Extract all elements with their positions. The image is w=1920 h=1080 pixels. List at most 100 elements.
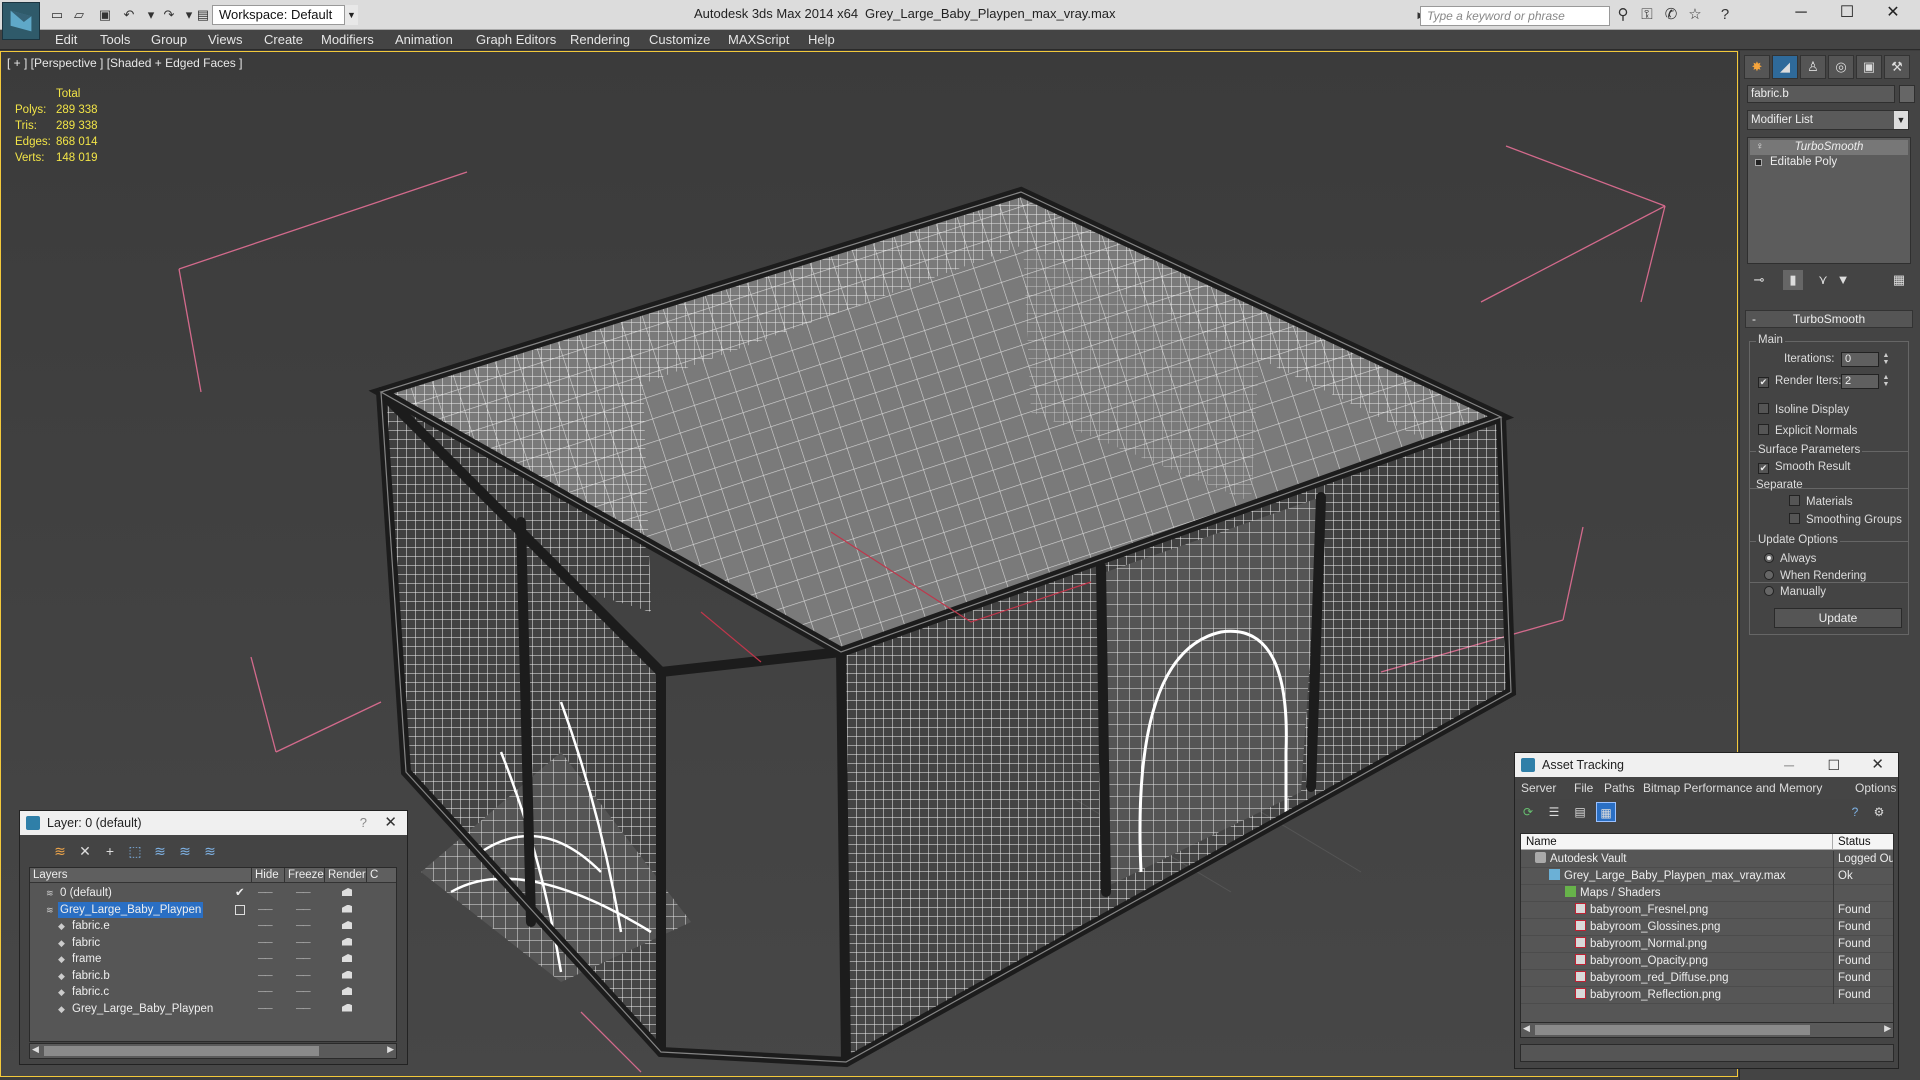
render-teapot-icon[interactable]: [342, 904, 352, 913]
menu-help[interactable]: Help: [808, 32, 835, 47]
smooth-result-checkbox[interactable]: ✔ Smooth Result: [1758, 461, 1850, 474]
menu-animation[interactable]: Animation: [395, 32, 453, 47]
hide-toggle[interactable]: ──: [258, 935, 273, 951]
asset-row[interactable]: babyroom_red_Diffuse.png Found: [1521, 970, 1893, 987]
hide-toggle[interactable]: ──: [258, 918, 273, 934]
layer-row[interactable]: ◆ Grey_Large_Baby_Playpen ── ──: [30, 1001, 396, 1017]
menu-bitmap-performance[interactable]: Bitmap Performance and Memory: [1643, 781, 1822, 795]
layer-row[interactable]: ≋ Grey_Large_Baby_Playpen ── ──: [30, 901, 396, 918]
close-icon[interactable]: ✕: [384, 811, 397, 835]
freeze-toggle[interactable]: ──: [296, 885, 311, 901]
col-hide[interactable]: Hide: [252, 868, 285, 883]
new-file-icon[interactable]: ▭: [48, 7, 66, 23]
layer-row[interactable]: ◆ fabric ── ──: [30, 935, 396, 951]
app-logo[interactable]: [2, 2, 40, 40]
modify-tab-icon[interactable]: ◢: [1772, 55, 1798, 79]
menu-graph-editors[interactable]: Graph Editors: [476, 32, 556, 47]
freeze-toggle[interactable]: ──: [296, 984, 311, 1000]
pin-stack-icon[interactable]: ⊸: [1749, 270, 1769, 290]
render-iters-checkbox[interactable]: ✔: [1758, 377, 1769, 388]
display-tab-icon[interactable]: ▣: [1856, 55, 1882, 79]
close-icon[interactable]: ✕: [1871, 753, 1884, 777]
menu-modifiers[interactable]: Modifiers: [321, 32, 374, 47]
explicit-normals-checkbox[interactable]: Explicit Normals: [1758, 424, 1857, 437]
scroll-thumb[interactable]: [44, 1046, 319, 1056]
scroll-right-icon[interactable]: ▶: [387, 1044, 394, 1055]
help-icon[interactable]: ?: [360, 811, 367, 835]
col-layers[interactable]: Layers: [30, 868, 252, 883]
scroll-thumb[interactable]: [1535, 1025, 1810, 1035]
open-file-icon[interactable]: ▱: [70, 7, 88, 23]
save-file-icon[interactable]: ▣: [96, 7, 114, 23]
search-input[interactable]: Type a keyword or phrase: [1420, 6, 1610, 26]
hide-toggle[interactable]: ──: [258, 902, 273, 918]
layer-row[interactable]: ◆ fabric.e ── ──: [30, 918, 396, 934]
render-teapot-icon[interactable]: [342, 937, 352, 946]
hierarchy-tab-icon[interactable]: ♙: [1800, 55, 1826, 79]
asset-row[interactable]: babyroom_Reflection.png Found: [1521, 987, 1893, 1004]
update-button[interactable]: Update: [1774, 608, 1902, 628]
col-name[interactable]: Name: [1521, 834, 1833, 850]
scroll-left-icon[interactable]: ◀: [1523, 1023, 1530, 1034]
menu-paths[interactable]: Paths: [1604, 781, 1635, 795]
freeze-toggle[interactable]: ──: [296, 935, 311, 951]
render-teapot-icon[interactable]: [342, 1003, 352, 1012]
menu-group[interactable]: Group: [151, 32, 187, 47]
stack-item-editable-poly[interactable]: Editable Poly: [1750, 155, 1908, 170]
hide-toggle[interactable]: ──: [258, 1001, 273, 1017]
favorites-star-icon[interactable]: ☆: [1686, 6, 1704, 24]
hide-toggle[interactable]: ──: [258, 984, 273, 1000]
thumbnail-view-icon[interactable]: ▤: [1570, 802, 1590, 822]
project-folder-icon[interactable]: ▤: [194, 7, 212, 23]
scroll-right-icon[interactable]: ▶: [1884, 1023, 1891, 1034]
undo-dropdown-icon[interactable]: ▾: [142, 7, 160, 23]
menu-edit[interactable]: Edit: [55, 32, 77, 47]
freeze-toggle[interactable]: ──: [296, 951, 311, 967]
when-rendering-radio[interactable]: When Rendering: [1764, 570, 1866, 582]
modifier-list-dropdown[interactable]: Modifier List ▼: [1747, 110, 1909, 130]
menu-server[interactable]: Server: [1521, 781, 1556, 795]
minimize-icon[interactable]: ─: [1784, 753, 1794, 777]
render-teapot-icon[interactable]: [342, 970, 352, 979]
layer-row[interactable]: ◆ frame ── ──: [30, 951, 396, 967]
layer-name[interactable]: frame: [70, 951, 103, 967]
lightbulb-icon[interactable]: ♀: [1756, 141, 1764, 152]
freeze-toggle[interactable]: ──: [296, 1001, 311, 1017]
subscription-icon[interactable]: ⚿: [1638, 6, 1656, 24]
spinner-arrows-icon[interactable]: ▲ ▼: [1881, 352, 1891, 367]
render-teapot-icon[interactable]: [342, 954, 352, 962]
col-render[interactable]: Render: [325, 868, 367, 883]
make-unique-icon[interactable]: ⋎: [1813, 270, 1833, 290]
layer-dialog-titlebar[interactable]: Layer: 0 (default) ? ✕: [20, 811, 407, 835]
chevron-down-icon[interactable]: ▼: [344, 5, 358, 25]
freeze-toggle[interactable]: ──: [296, 902, 311, 918]
workspace-dropdown[interactable]: Workspace: Default: [212, 5, 358, 25]
layer-name[interactable]: fabric: [70, 935, 102, 951]
smoothing-groups-checkbox[interactable]: Smoothing Groups: [1789, 513, 1902, 526]
layer-row[interactable]: ◆ fabric.b ── ──: [30, 968, 396, 984]
menu-maxscript[interactable]: MAXScript: [728, 32, 789, 47]
render-teapot-icon[interactable]: [342, 921, 352, 929]
isoline-display-checkbox[interactable]: Isoline Display: [1758, 403, 1849, 416]
layer-name[interactable]: fabric.b: [70, 968, 112, 984]
layer-name[interactable]: Grey_Large_Baby_Playpen: [58, 901, 204, 918]
delete-layer-icon[interactable]: ✕: [75, 841, 95, 861]
help-icon[interactable]: ?: [1716, 6, 1734, 24]
layer-name[interactable]: fabric.e: [70, 918, 112, 934]
render-teapot-icon[interactable]: [342, 888, 352, 896]
col-freeze[interactable]: Freeze: [285, 868, 325, 883]
communication-icon[interactable]: ✆: [1662, 6, 1680, 24]
freeze-layers-icon[interactable]: ≋: [200, 841, 220, 861]
col-status[interactable]: Status: [1833, 834, 1893, 850]
maximize-button[interactable]: ☐: [1824, 0, 1870, 28]
render-iters-row[interactable]: ✔ Render Iters:: [1758, 375, 1841, 388]
asset-row[interactable]: Autodesk Vault Logged Ou: [1521, 851, 1893, 868]
asset-row[interactable]: babyroom_Normal.png Found: [1521, 936, 1893, 953]
menu-file[interactable]: File: [1574, 781, 1593, 795]
maximize-icon[interactable]: ☐: [1827, 753, 1840, 777]
menu-rendering[interactable]: Rendering: [570, 32, 630, 47]
layer-name[interactable]: fabric.c: [70, 984, 111, 1000]
select-objects-icon[interactable]: ⬚: [125, 841, 145, 861]
help-icon[interactable]: ?: [1845, 802, 1865, 822]
collapse-icon[interactable]: -: [1752, 311, 1756, 327]
